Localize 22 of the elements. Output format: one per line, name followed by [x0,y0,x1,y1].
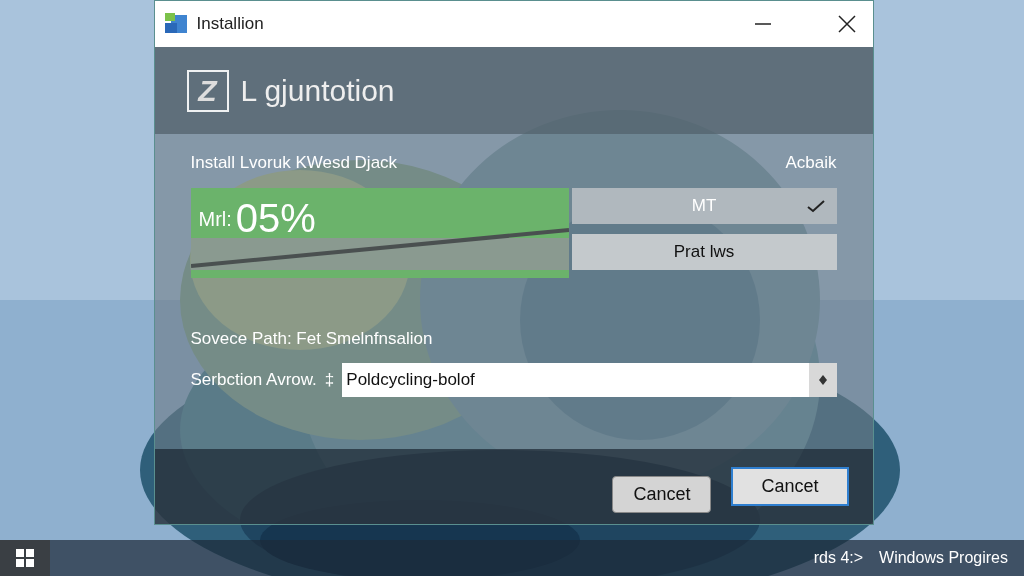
taskbar-app[interactable]: Windows Progires [879,546,1008,570]
grid-icon [16,549,34,567]
field-value: Poldcycling-bolof [345,369,476,392]
header-title: L gjuntotion [240,73,395,109]
source-path-text: Sovece Path: Fet Smelnfnsalion [190,327,434,350]
progress-percent: 05% [235,197,316,238]
selection-marker: ‡ [324,369,335,392]
close-icon[interactable] [836,14,857,34]
start-button[interactable] [0,540,50,576]
option-item[interactable]: Prat lws [571,233,837,270]
status-label: Mrl: [198,206,232,232]
check-icon [806,198,825,213]
selection-label: Serbction Avrow. [190,369,317,392]
spinner-icon[interactable] [808,363,837,397]
logo: Z [186,69,229,112]
side-label: Acbaik [785,152,837,174]
cancel-button[interactable]: Cancet [612,476,712,513]
selection-field[interactable]: Poldcycling-bolof [342,363,837,397]
tray-text: rds 4:> [813,548,864,568]
install-label: Install Lvoruk KWesd Djack [190,152,398,174]
window-title: Installion [196,13,264,36]
cancel-button[interactable]: Cancet [731,467,849,506]
